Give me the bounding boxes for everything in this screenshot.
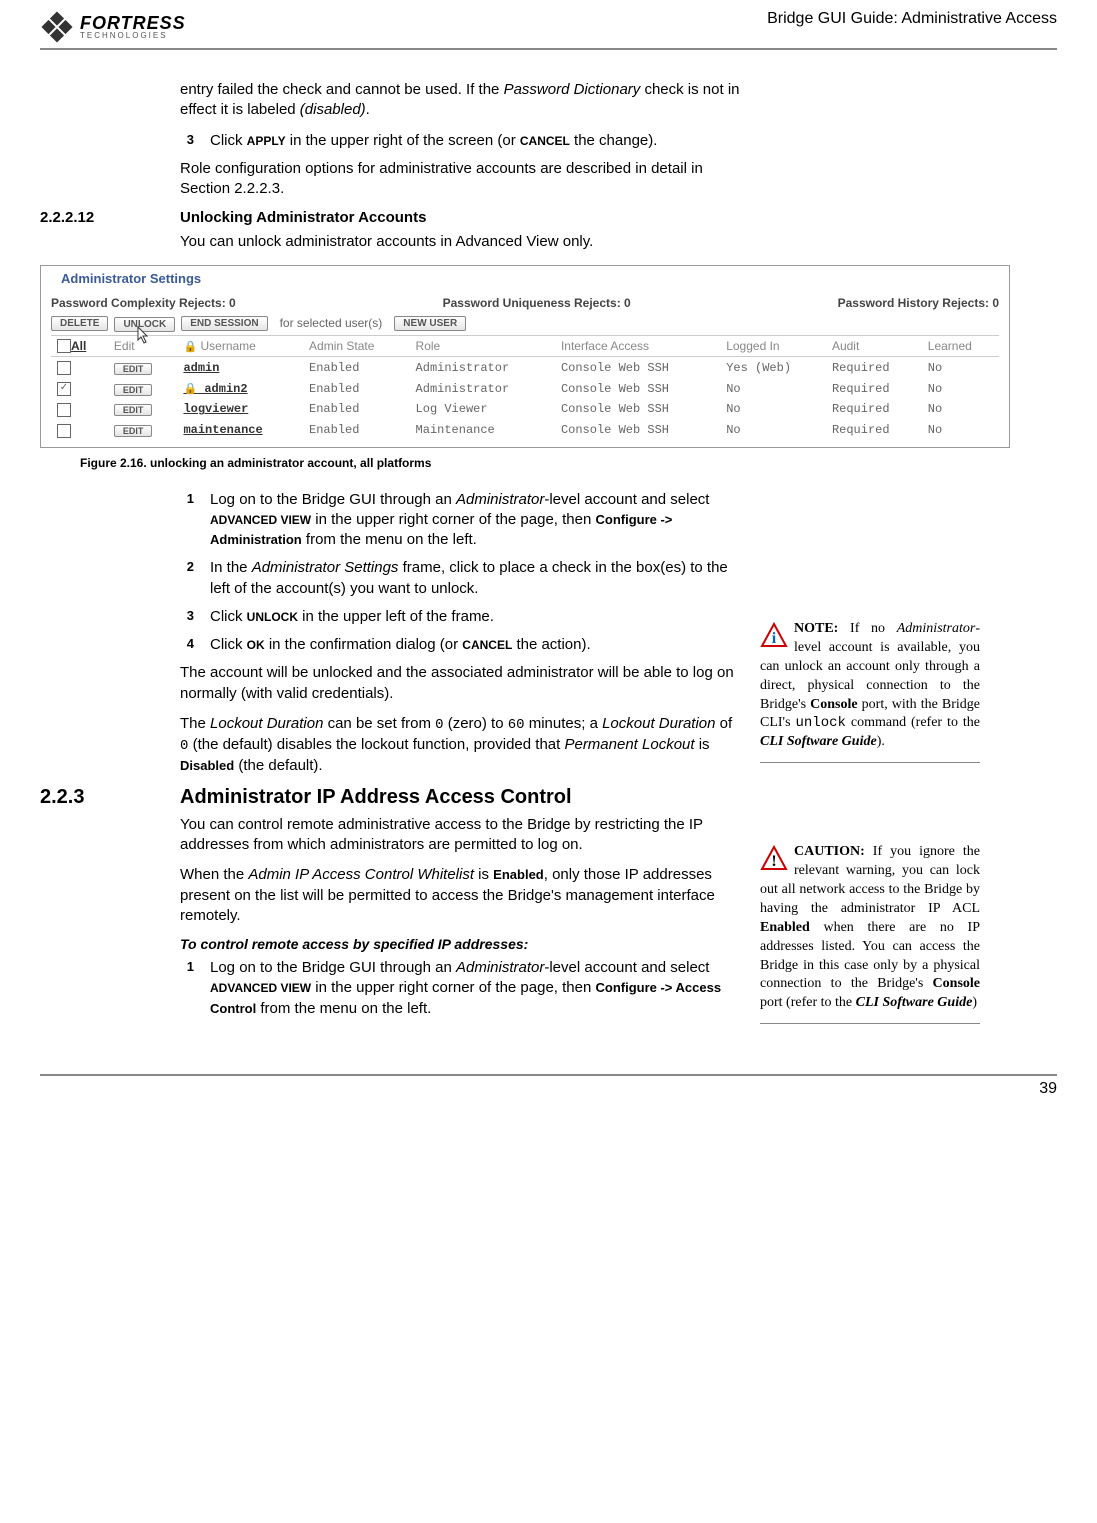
section-2-2-3: 2.2.3 Administrator IP Address Access Co… [40, 786, 740, 809]
svg-text:i: i [772, 630, 777, 647]
step: 3Click UNLOCK in the upper left of the f… [180, 607, 740, 627]
row-checkbox[interactable] [57, 424, 71, 438]
logo: FORTRESS TECHNOLOGIES [40, 10, 186, 44]
warning-icon: ! [760, 845, 788, 871]
check-all[interactable] [57, 339, 71, 353]
lock-icon: 🔒 [183, 341, 197, 353]
fieldset-legend: Administrator Settings [57, 271, 205, 286]
delete-button[interactable]: DELETE [51, 316, 108, 331]
edit-button[interactable]: EDIT [114, 425, 153, 437]
svg-text:!: ! [771, 853, 776, 870]
after-steps-p1: The account will be unlocked and the ass… [180, 663, 740, 704]
header: FORTRESS TECHNOLOGIES Bridge GUI Guide: … [40, 10, 1057, 50]
sec-223-p2: When the Admin IP Access Control Whiteli… [180, 865, 740, 926]
row-checkbox[interactable] [57, 361, 71, 375]
sec-223-p1: You can control remote administrative ac… [180, 815, 740, 856]
page-number: 39 [40, 1074, 1057, 1098]
sec-12-body: You can unlock administrator accounts in… [180, 232, 740, 252]
row-checkbox[interactable] [57, 403, 71, 417]
cursor-icon [134, 326, 152, 348]
section-2-2-2-12: 2.2.2.12 Unlocking Administrator Account… [40, 209, 740, 226]
header-title: Bridge GUI Guide: Administrative Access [767, 10, 1057, 28]
edit-button[interactable]: EDIT [114, 404, 153, 416]
figure-caption: Figure 2.16. unlocking an administrator … [80, 456, 740, 470]
caution-box: ! CAUTION: If you ignore the relevant wa… [760, 843, 980, 1024]
step: 2In the Administrator Settings frame, cl… [180, 558, 740, 599]
intro-para: entry failed the check and cannot be use… [180, 80, 740, 121]
role-para: Role configuration options for administr… [180, 159, 740, 200]
edit-button[interactable]: EDIT [114, 363, 153, 375]
step-3: 3 Click APPLY in the upper right of the … [180, 131, 740, 151]
edit-button[interactable]: EDIT [114, 384, 153, 396]
lock-icon: 🔒 [183, 384, 197, 396]
after-steps-p2: The Lockout Duration can be set from 0 (… [180, 714, 740, 776]
sec-223-subhead: To control remote access by specified IP… [180, 936, 740, 952]
info-icon: i [760, 622, 788, 648]
logo-icon [40, 10, 74, 44]
row-checkbox[interactable]: ✓ [57, 382, 71, 396]
note-box: i NOTE: If no Admin­istrator-level ac­co… [760, 620, 980, 763]
sec-223-step-1: 1 Log on to the Bridge GUI through an Ad… [180, 958, 740, 1019]
new-user-button[interactable]: NEW USER [394, 316, 466, 331]
end-session-button[interactable]: END SESSION [181, 316, 267, 331]
logo-main: FORTRESS [80, 15, 186, 31]
step: 4Click OK in the confirmation dialog (or… [180, 635, 740, 655]
step: 1Log on to the Bridge GUI through an Adm… [180, 490, 740, 551]
